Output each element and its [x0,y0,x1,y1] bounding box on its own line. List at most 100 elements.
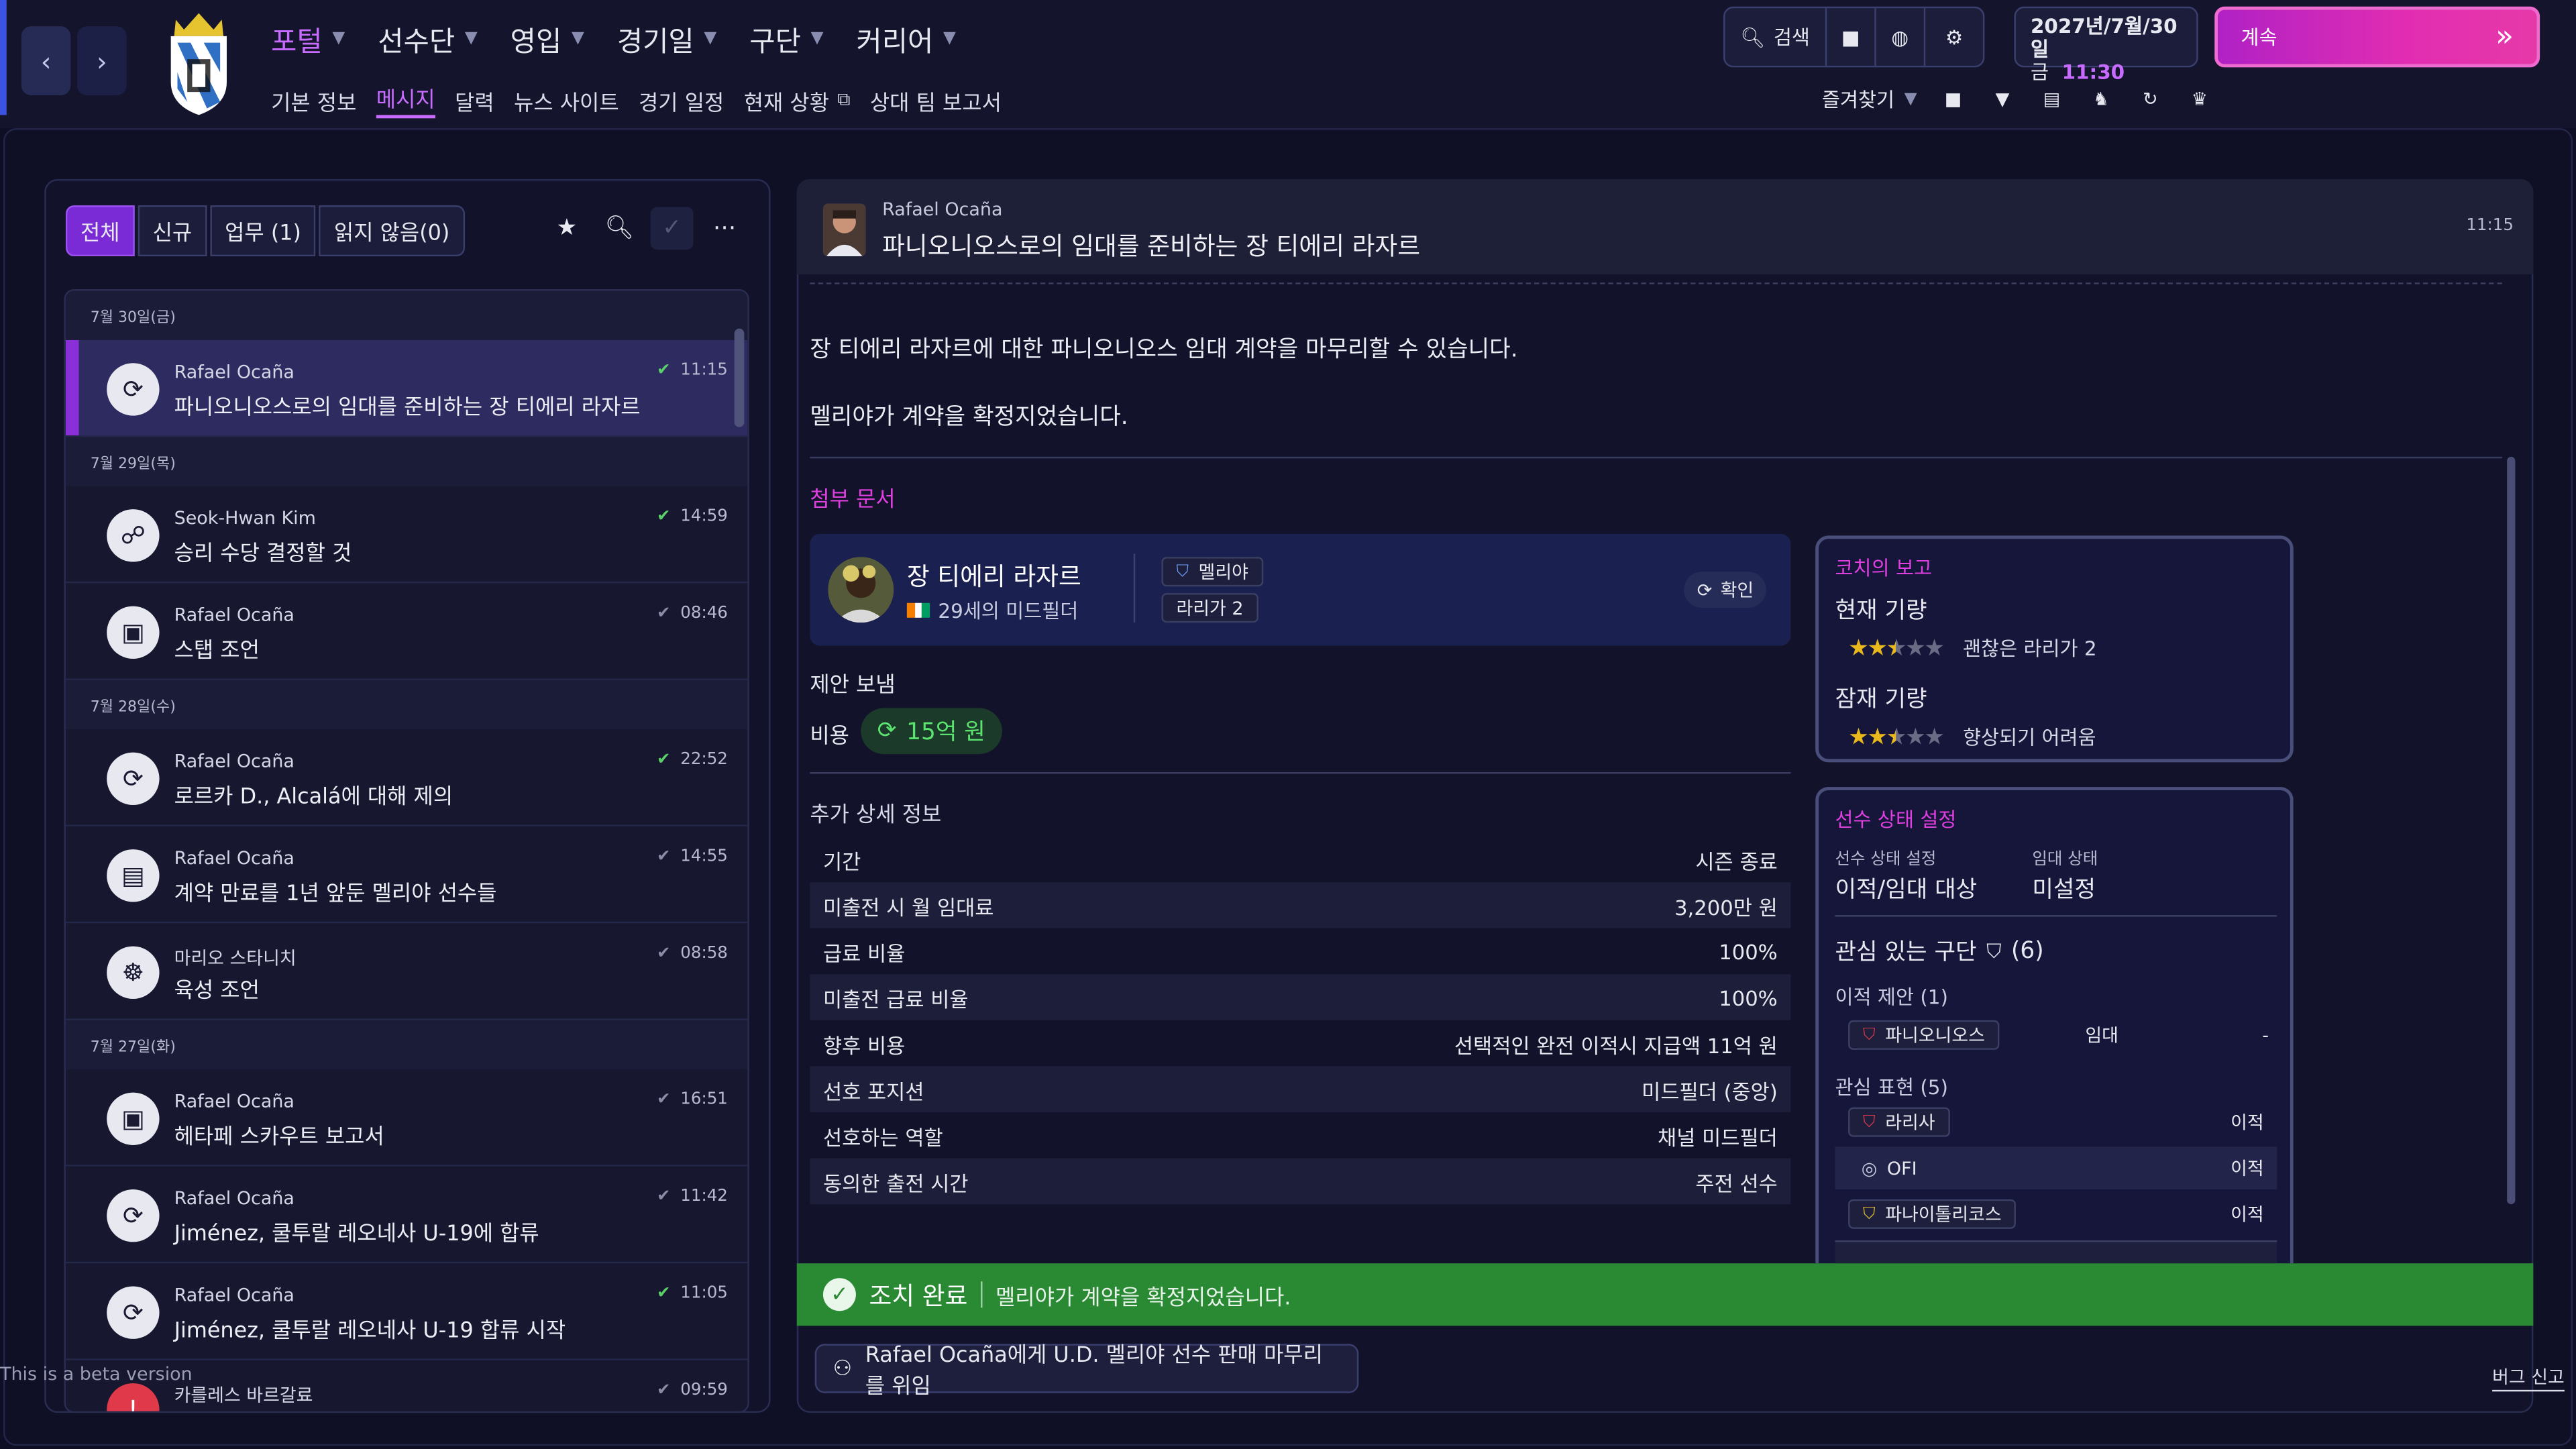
player-club[interactable]: ⛉ 멜리야 [1161,557,1263,587]
more-icon[interactable]: ⋯ [703,207,746,250]
action-done-text: 멜리야가 계약을 확정지었습니다. [996,1285,1291,1311]
menu-portal[interactable]: 포털 ▼ [271,17,345,58]
player-name[interactable]: 장 티에리 라자르 [907,559,1081,593]
search-button[interactable]: 🔍︎ 검색 [1725,8,1827,66]
tab-calendar[interactable]: 달력 [455,85,494,116]
continue-button[interactable]: 계속 » [2214,6,2540,68]
trophy-icon[interactable]: ♛ [2186,87,2212,113]
player-card[interactable]: 장 티에리 라자르 29세의 미드필더 ⛉ 멜리야 라리가 2 ⟳ 확인 [810,533,1791,646]
scout-icon[interactable]: ♞ [2088,87,2114,113]
details-title: 추가 상세 정보 [810,803,942,828]
interest-type: 이적 [2231,1204,2264,1226]
filter-all[interactable]: 전체 [65,205,135,257]
offer-type: 임대 [2085,1025,2118,1047]
attachments-label: 첨부 문서 [810,488,896,513]
check-icon[interactable]: ✓ [650,207,694,250]
world-button[interactable]: ◍ [1876,8,1926,66]
message-sender: Rafael Ocaña [174,1285,294,1306]
filter-unread[interactable]: 읽지 않음(0) [319,205,465,257]
list-item[interactable]: ☸ 마리오 스타니치 육성 조언 ✔ 08:58 [65,923,748,1020]
list-item[interactable]: ⟳ Rafael Ocaña Jiménez, 쿨투랄 레오네사 U-19에 합… [65,1166,748,1264]
menu-matchday[interactable]: 경기일 ▼ [617,17,716,58]
status-value[interactable]: 이적/임대 대상 [1835,872,1978,905]
tab-status[interactable]: 현재 상황 ⧉ [744,85,851,115]
tab-messages[interactable]: 메시지 [376,82,435,119]
tab-basic-info[interactable]: 기본 정보 [271,85,356,116]
double-check-icon: ✔ [657,1381,671,1400]
double-check-icon: ✔ [657,1187,671,1206]
list-item[interactable]: ▤ Rafael Ocaña 계약 만료를 1년 앞둔 멜리야 선수들 ✔ 14:… [65,826,748,924]
search-icon: 🔍︎ [1740,25,1766,49]
list-item[interactable]: ⟳ Rafael Ocaña Jiménez, 쿨투랄 레오네사 U-19 합류… [65,1263,748,1360]
current-ability-label: 현재 기량 [1835,598,1927,625]
contract-icon[interactable]: ▤ [2039,87,2065,113]
status-label: 선수 상태 설정 [1835,851,1937,869]
double-check-icon: ✔ [657,945,671,963]
game-date[interactable]: 2027년/7월/30일 금 11:30 [2014,6,2198,84]
message-time: ✔ 16:51 [657,1091,728,1110]
back-button[interactable]: ‹ [21,26,71,96]
continue-label: 계속 [2241,26,2277,50]
search-icon[interactable]: 🔍︎ [598,207,641,250]
inbox-scrollbar[interactable] [734,328,745,427]
interest-row[interactable]: ◎ OFI 이적 [1835,1146,2277,1190]
offer-row[interactable]: ⛉ 파니오니오스 임대 - [1848,1017,2277,1053]
message-time: ✔ 14:55 [657,847,728,866]
message-time: ✔ 09:59 [657,1381,728,1400]
list-item[interactable]: ⟳ Rafael Ocaña 로르카 D., Alcalá에 대해 제의 ✔ 22… [65,729,748,826]
sync-icon: ⟳ [107,752,160,806]
loan-status-value[interactable]: 미설정 [2032,872,2096,905]
filter-new[interactable]: 신규 [138,205,207,257]
club-crest-icon: ⛉ [1176,562,1189,581]
favorites-dropdown[interactable]: 즐겨찾기 ▼ [1822,85,1917,113]
interest-row[interactable]: ⛉ 파나이톨리코스 이적 [1835,1196,2277,1232]
menu-career[interactable]: 커리어 ▼ [856,17,955,58]
message-time: ✔ 11:05 [657,1285,728,1303]
bookmark-icon: ■ [1841,25,1860,49]
message-subject: 로르카 D., Alcalá에 대해 제의 [174,785,453,810]
club-crest-logo[interactable] [161,7,237,115]
list-item[interactable]: ▣ Rafael Ocaña 헤타페 스카우트 보고서 ✔ 16:51 [65,1069,748,1167]
star-icon[interactable]: ★ [545,207,588,250]
double-check-icon: ✔ [657,751,671,769]
club-tag: ⛉ 파나이톨리코스 [1848,1199,2017,1229]
filter-tasks[interactable]: 업무 (1) [210,205,316,257]
menu-recruitment[interactable]: 영입 ▼ [511,17,584,58]
list-item[interactable]: ⟳ Rafael Ocaña 파니오니오스로의 임대를 준비하는 장 티에리 라… [65,339,748,437]
forward-button[interactable]: › [77,26,127,96]
chevron-down-icon: ▼ [1904,90,1917,109]
tab-fixtures[interactable]: 경기 일정 [639,85,724,116]
settings-button[interactable]: ⚙ [1925,8,1983,66]
confirm-button[interactable]: ⟳ 확인 [1684,572,1767,608]
interest-row[interactable]: ⛉ 라리사 이적 [1835,1104,2277,1140]
refresh-icon[interactable]: ↻ [2137,87,2163,113]
tab-news[interactable]: 뉴스 사이트 [514,85,619,116]
shirt-icon[interactable]: ▼ [1989,87,2015,113]
list-item[interactable]: ▣ Rafael Ocaña 스탭 조언 ✔ 08:46 [65,583,748,680]
clipped-text-line [810,282,2502,292]
globe-icon: ◍ [1891,25,1909,49]
club-crest-icon: ⛉ [1863,1113,1876,1132]
message-subject: 육성 조언 [174,979,260,1004]
chat-icon[interactable]: ■ [1940,87,1966,113]
table-row: 급료 비율 100% [822,938,1778,965]
player-league[interactable]: 라리가 2 [1161,593,1258,623]
offers-label: 이적 제안 (1) [1835,985,1948,1009]
day-header: 7월 30일(금) [65,290,748,340]
header-time: 11:15 [2466,217,2514,235]
tab-opponent-report[interactable]: 상대 팀 보고서 [870,85,1002,116]
delegate-person-icon: ⚇ [833,1356,853,1381]
table-row: 미출전 시 월 임대료 3,200만 원 [810,882,1791,928]
menu-squad[interactable]: 선수단 ▼ [378,17,477,58]
bug-report-link[interactable]: 버그 신고 [2492,1364,2565,1392]
double-check-icon: ✔ [657,1285,671,1303]
sync-icon: ⟳ [107,1189,160,1242]
day-header: 7월 28일(수) [65,680,748,730]
message-scrollbar[interactable] [2507,456,2516,1205]
bookmark-button[interactable]: ■ [1827,8,1876,66]
menu-club[interactable]: 구단 ▼ [749,17,823,58]
message-sender: Rafael Ocaña [174,1091,294,1112]
list-item[interactable]: ☍ Seok-Hwan Kim 승리 수당 결정할 것 ✔ 14:59 [65,486,748,584]
delegate-button[interactable]: ⚇ Rafael Ocaña에게 U.D. 멜리야 선수 판매 마무리를 위임 [814,1344,1359,1400]
table-row: 향후 비용 선택적인 완전 이적시 지급액 11억 원 [822,1032,1778,1057]
